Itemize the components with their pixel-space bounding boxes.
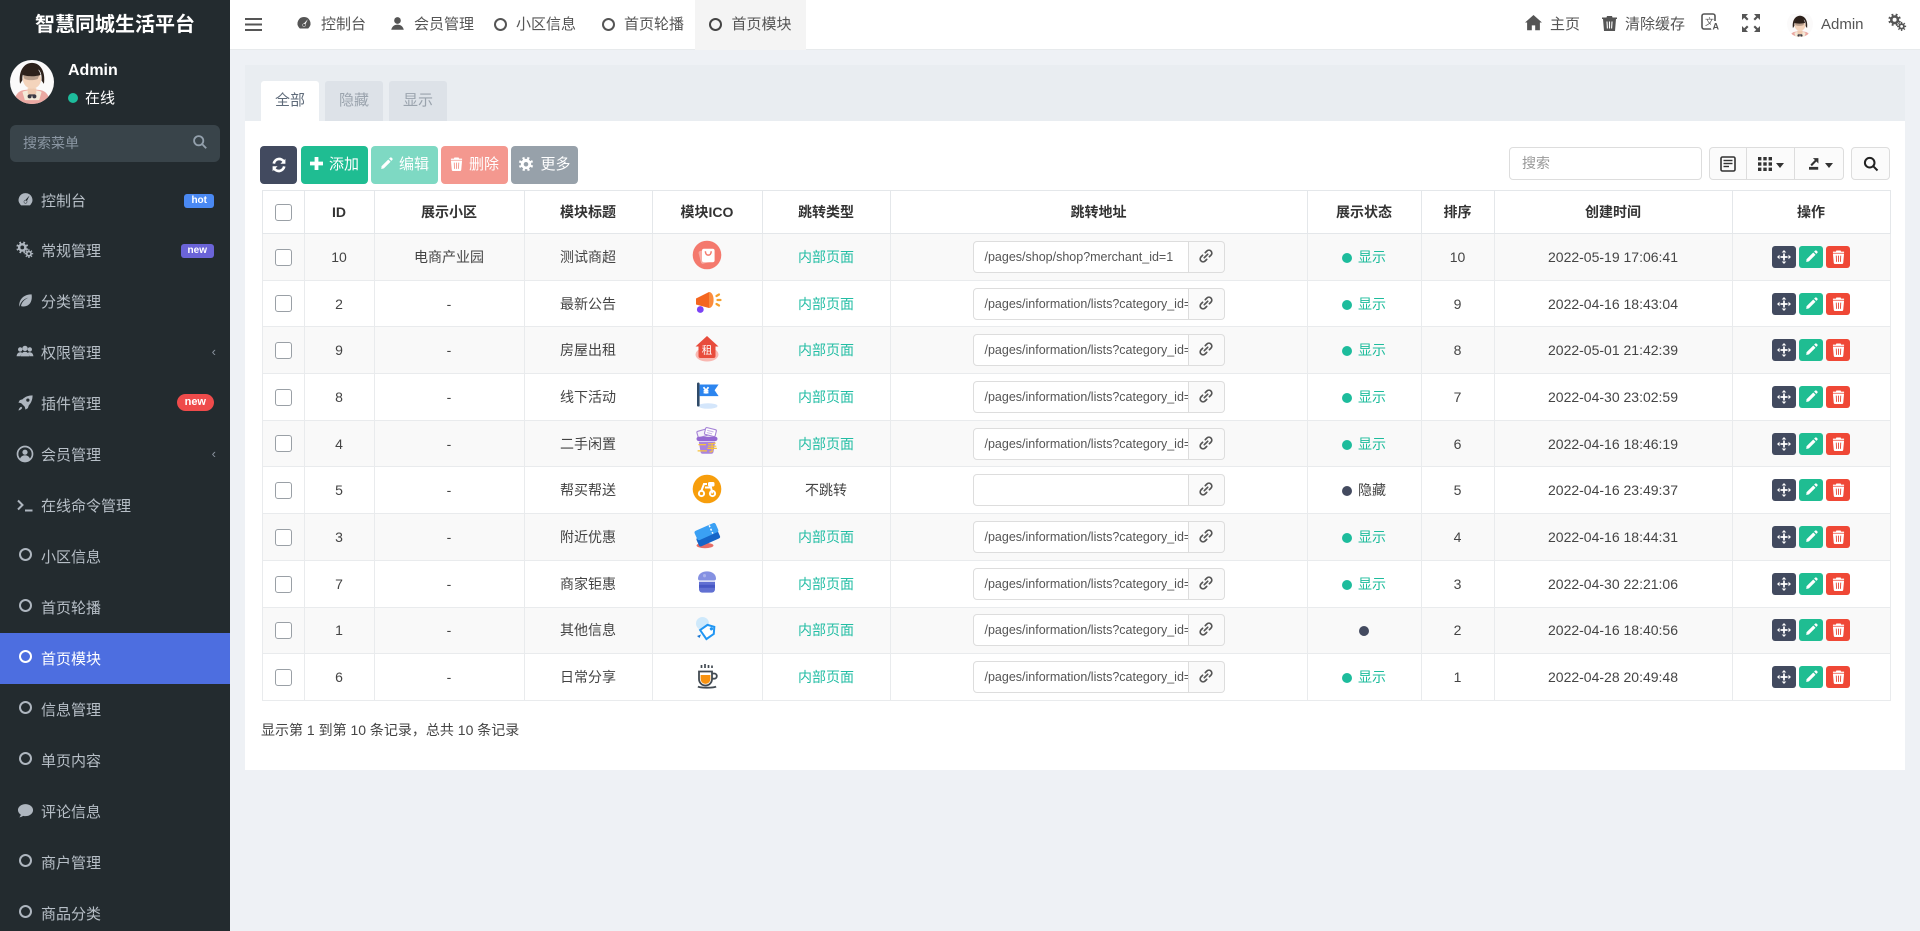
svg-text:A: A [1713, 22, 1720, 32]
svg-text:租: 租 [702, 342, 713, 357]
svg-text:二手: 二手 [697, 440, 717, 455]
